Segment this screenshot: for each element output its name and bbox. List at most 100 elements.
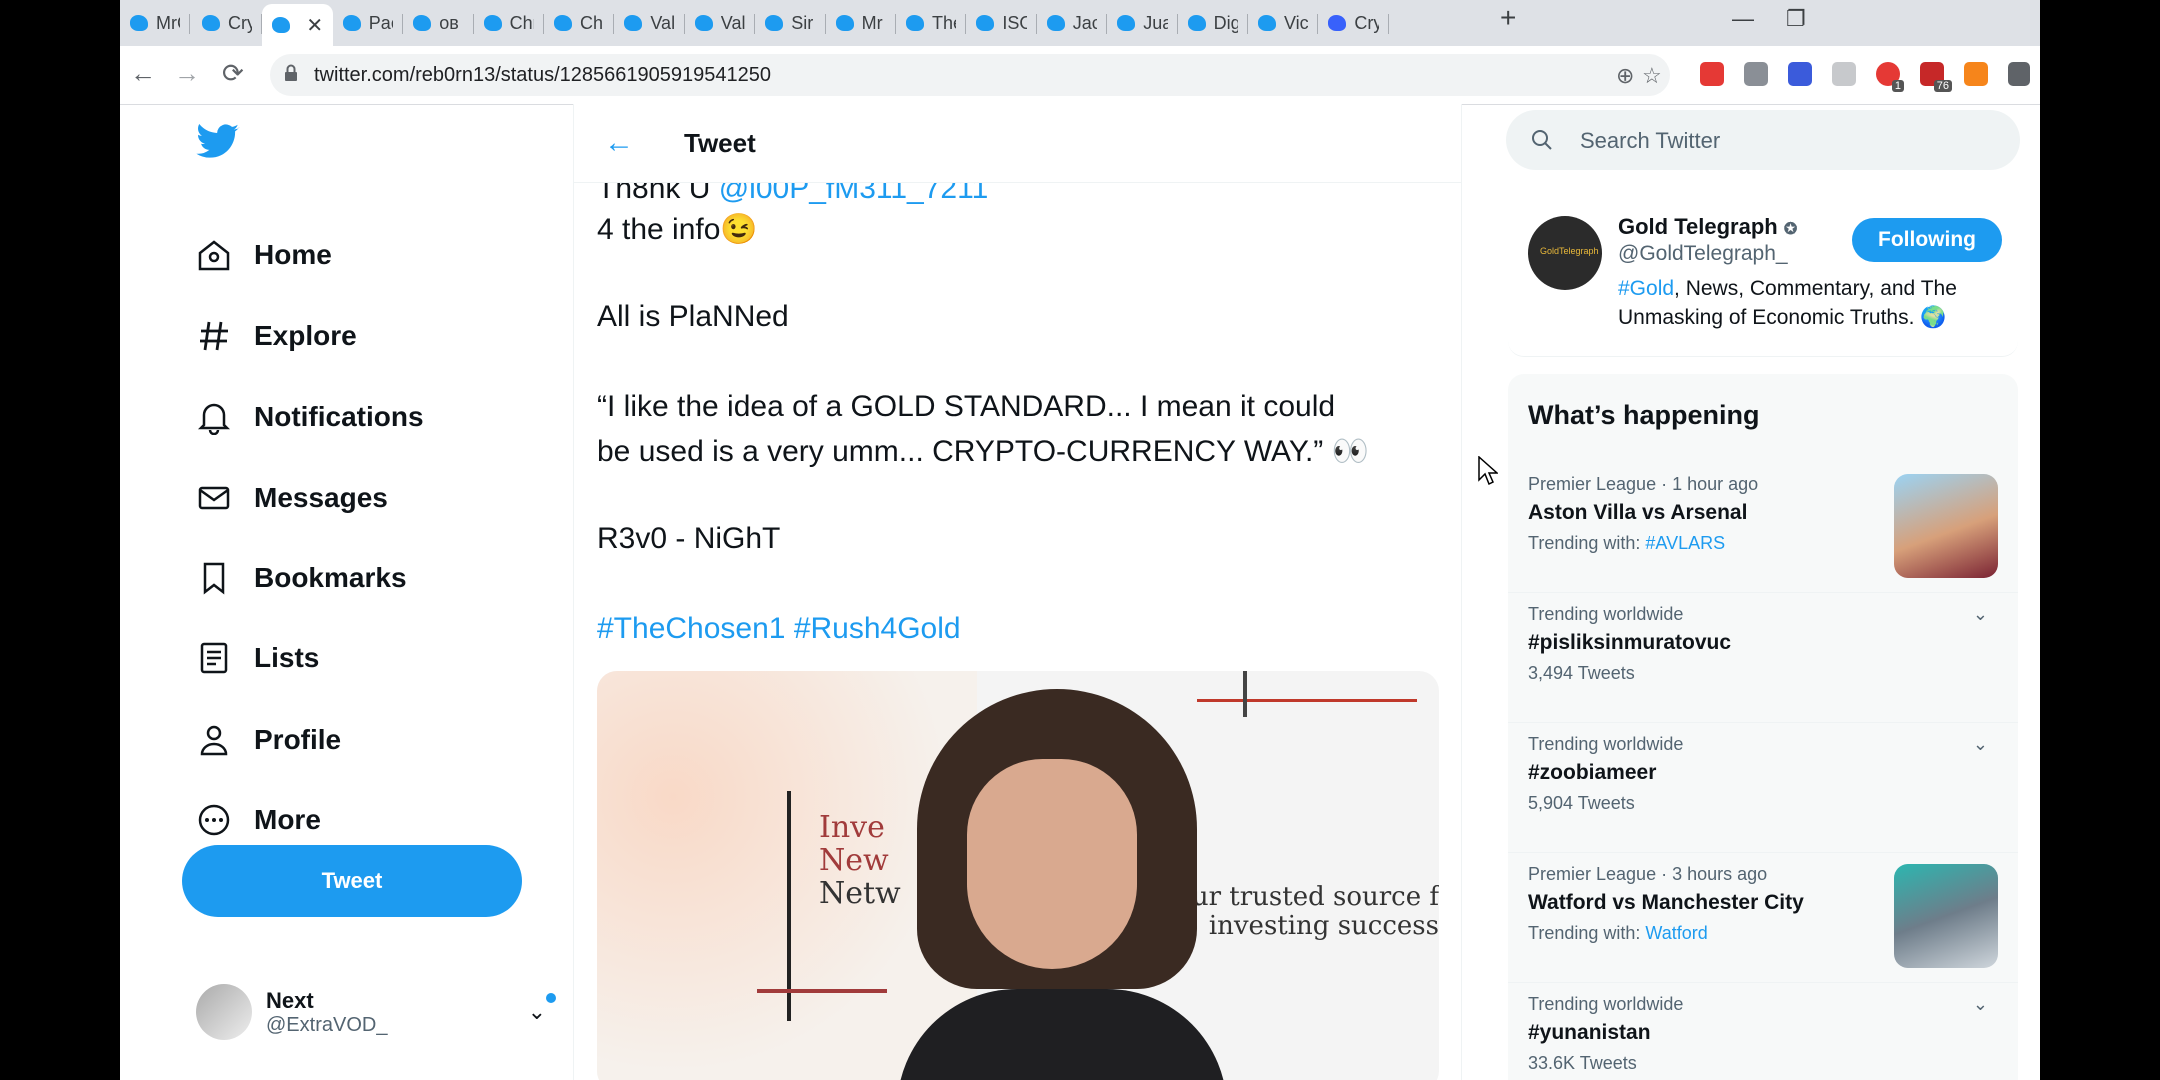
browser-tab[interactable]: Sir C [755,6,826,40]
tab-title: Chri [580,12,604,33]
new-tab-button[interactable]: + [1500,2,1516,34]
trend-item[interactable]: Trending worldwide #yunanistan 33.6K Tweet… [1528,994,1998,1074]
browser-tab[interactable]: ов К [403,6,474,40]
tab-title: ов К [439,12,463,33]
trend-item[interactable]: Premier League · 3 hours ago Watford vs M… [1528,864,1998,968]
nav-label: Lists [254,642,320,673]
browser-tab[interactable]: Vale [685,6,756,40]
trend-link[interactable]: #AVLARS [1645,533,1725,553]
add-icon[interactable]: ⊕ [1616,63,1634,89]
account-switcher[interactable]: Next @ExtraVOD_ ⌄ [196,984,556,1040]
nav-item-explore[interactable]: Explore [196,308,357,364]
browser-tab[interactable]: Digi [1178,6,1248,40]
tab-title: Juar [1143,12,1168,33]
extension-icon[interactable] [1788,62,1812,86]
bookmark-star-icon[interactable]: ☆ [1642,63,1662,89]
twitter-bird-icon [694,15,713,31]
tweet-text: R3v0 - NiGhT [597,522,781,555]
following-button[interactable]: Following [1852,218,2002,262]
nav-item-home[interactable]: Home [196,227,332,283]
profile-name[interactable]: Gold Telegraph ✪ [1618,214,1797,240]
nav-item-more[interactable]: More [196,792,321,848]
address-bar[interactable]: twitter.com/reb0rn13/status/128566190591… [270,54,1670,96]
gold-telegraph-avatar[interactable]: GoldTelegraph [1528,216,1602,290]
browser-tab[interactable]: Vict [1248,6,1319,40]
envelope-icon [198,486,230,510]
browser-tab[interactable]: Chri [474,6,544,40]
extension-icon[interactable] [1832,62,1856,86]
hashtag-link[interactable]: #Rush4Gold [794,612,961,645]
browser-toolbar: ← → ⟳ twitter.com/reb0rn13/status/128566… [120,46,2040,105]
twitter-bird-icon [272,17,291,33]
nav-item-lists[interactable]: Lists [196,630,319,686]
trend-item[interactable]: Premier League · 1 hour ago Aston Villa v… [1528,474,1998,578]
forward-button[interactable]: → [174,58,200,89]
tweet-video[interactable]: Inve New Netw our trusted source f inves… [597,671,1439,1080]
tab-title: Mr T [861,12,886,33]
nav-item-bookmarks[interactable]: Bookmarks [196,550,407,606]
tab-title: The [932,12,956,33]
browser-tab[interactable]: Chri [544,6,615,40]
browser-tab[interactable]: •✕ [262,4,333,46]
back-button[interactable]: ← [130,58,156,89]
browser-tab[interactable]: The [896,6,967,40]
profile-handle: @GoldTelegraph_ [1618,242,1788,265]
browser-tab[interactable]: Val J [614,6,685,40]
twitter-bird-icon [202,15,220,31]
restore-button[interactable]: ❐ [1786,6,1806,32]
chevron-down-icon: ⌄ [528,993,556,1025]
twitter-bird-icon [342,15,361,31]
twitter-bird-icon [130,15,148,31]
trend-link[interactable]: Watford [1645,923,1707,943]
mouse-cursor-icon [1478,456,1498,486]
hashtags: #TheChosen1 #Rush4Gold [597,612,961,646]
browser-tab[interactable]: MrC [120,6,191,40]
twitter-bird-icon [1117,15,1136,31]
chevron-down-icon[interactable]: ⌄ [1973,994,1988,1015]
browser-tab[interactable]: Cryp [1318,6,1389,40]
nav-label: Explore [254,320,357,351]
browser-tab[interactable]: Jack [1037,6,1108,40]
chevron-down-icon[interactable]: ⌄ [1973,734,1988,755]
search-input[interactable]: Search Twitter [1506,110,2020,170]
tab-title: Sir C [791,12,815,33]
trend-meta: Trending worldwide [1528,734,1684,754]
list-icon [200,642,228,674]
tab-title: ISO [1002,12,1027,33]
extension-icon[interactable]: 76 [1920,62,1952,92]
twitter-bird-icon [554,15,572,31]
twitter-bird-icon [835,15,854,31]
extension-icon[interactable] [1744,62,1768,86]
tweet-column: ← Tweet Th8nk U @l00P_fM311_7211 4 the i… [573,104,1462,1080]
extension-icon[interactable] [1700,62,1724,86]
search-icon [1532,130,1552,150]
browser-tab[interactable]: Mr T [826,6,896,40]
trends-title: What’s happening [1528,400,1760,430]
hashtag-link[interactable]: #TheChosen1 [597,612,785,645]
reload-button[interactable]: ⟳ [222,58,244,89]
trend-name: #yunanistan [1528,1021,1651,1044]
extension-icon[interactable]: 1 [1876,62,1904,92]
nav-item-profile[interactable]: Profile [196,712,341,768]
back-arrow-icon[interactable]: ← [604,126,634,160]
minimize-button[interactable]: — [1732,6,1754,32]
tweet-button[interactable]: Tweet [182,845,522,917]
browser-tab[interactable]: Pac [333,6,404,40]
browser-tab[interactable]: Cryp [192,6,263,40]
browser-tab[interactable]: Juar [1107,6,1178,40]
puzzle-icon[interactable] [2008,62,2030,86]
extension-badge: 76 [1933,80,1952,92]
nav-item-messages[interactable]: Messages [196,470,388,526]
nav-label: Home [254,239,332,270]
nav-item-notifications[interactable]: Notifications [196,389,424,445]
twitter-logo-icon[interactable] [196,124,240,160]
metamask-icon[interactable] [1964,62,1988,86]
nav-label: More [254,804,321,835]
trend-item[interactable]: Trending worldwide #zoobiameer 5,904 Tweet… [1528,734,1998,814]
tweet-text: “I like the idea of a GOLD STANDARD... I… [597,390,1336,423]
browser-tab[interactable]: ISO [966,6,1037,40]
close-icon[interactable]: ✕ [306,13,323,38]
chevron-down-icon[interactable]: ⌄ [1973,604,1988,625]
bio-hashtag-link[interactable]: #Gold [1618,277,1674,300]
trend-item[interactable]: Trending worldwide #pisliksinmuratovuc 3,4… [1528,604,1998,684]
